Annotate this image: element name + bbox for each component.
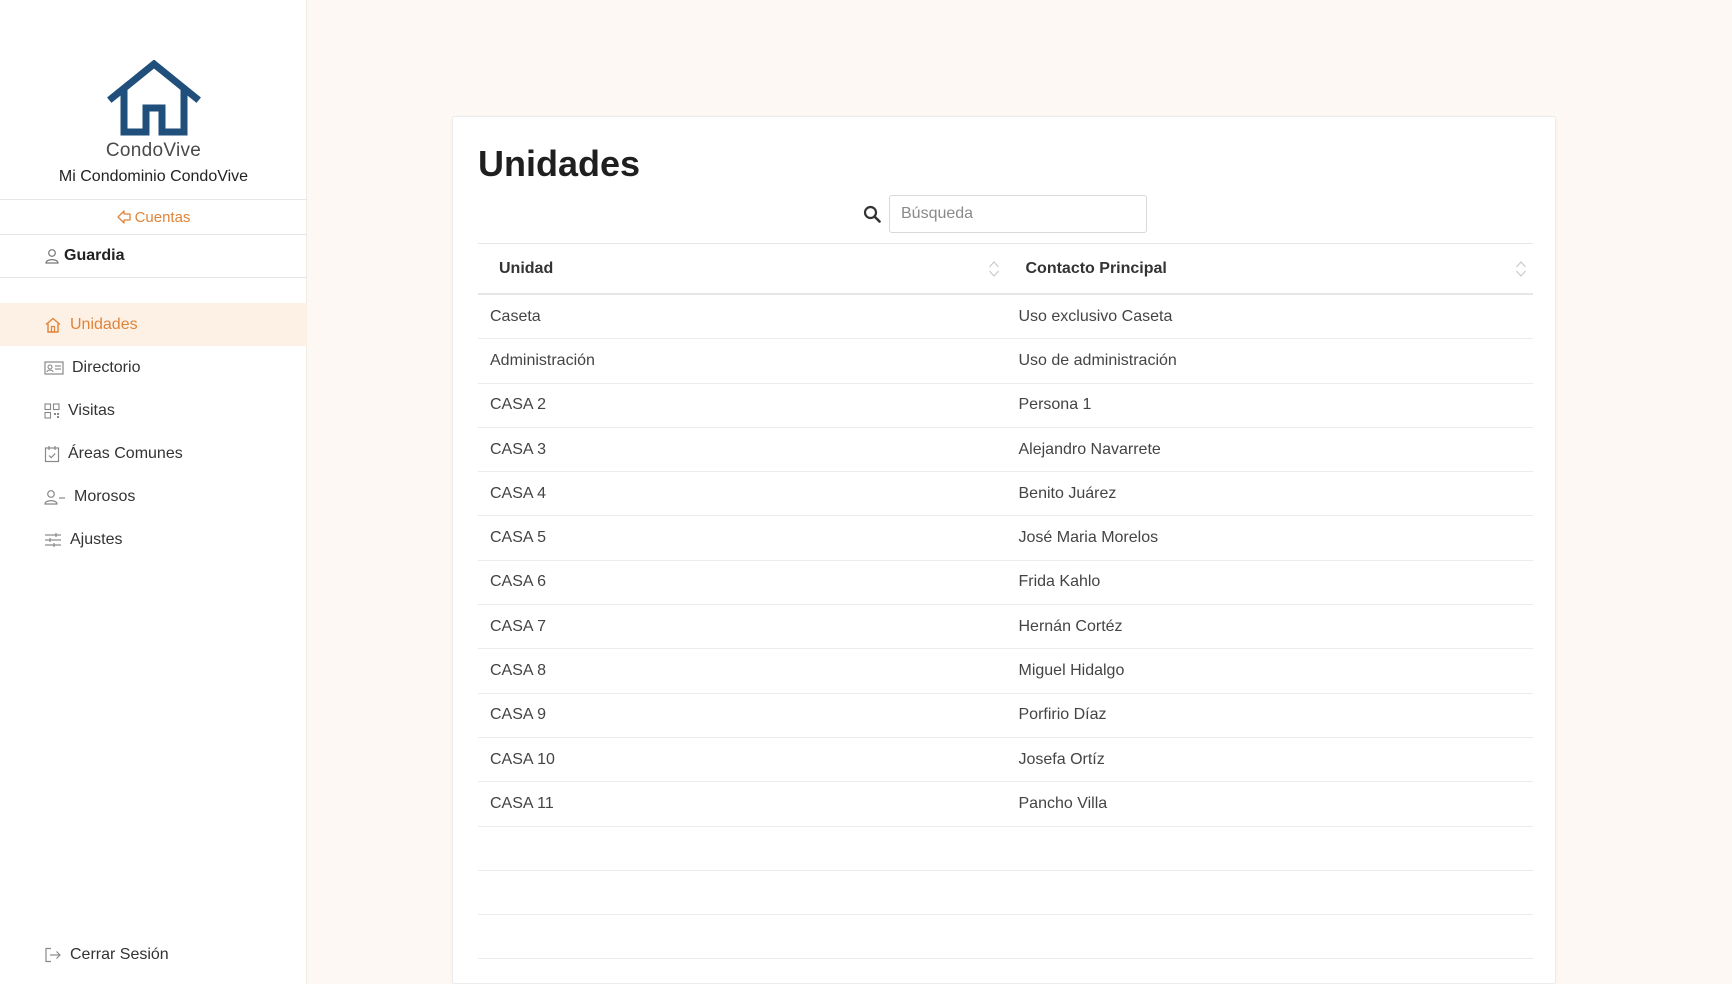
user-role: Guardia xyxy=(64,247,125,264)
home-icon xyxy=(45,317,61,333)
table-row[interactable]: CASA 2 Persona 1 xyxy=(478,384,1533,428)
condo-name: Mi Condominio CondoVive xyxy=(58,168,249,185)
column-header-label: Unidad xyxy=(499,259,554,277)
table-header: Unidad Contacto Principal xyxy=(478,243,1533,295)
cell-unidad: CASA 4 xyxy=(490,484,547,502)
sidebar-item-label: Morosos xyxy=(74,487,136,505)
search-icon xyxy=(863,205,881,223)
table-row[interactable]: CASA 11 Pancho Villa xyxy=(478,782,1533,827)
brand-name: CondoVive xyxy=(105,140,202,161)
cell-contacto: Alejandro Navarrete xyxy=(1018,440,1161,458)
cell-contacto: Uso exclusivo Caseta xyxy=(1018,307,1173,325)
table-row[interactable]: CASA 3 Alejandro Navarrete xyxy=(478,428,1533,473)
logout-label: Cerrar Sesión xyxy=(70,946,169,963)
empty-row xyxy=(478,871,1533,916)
table-row[interactable]: CASA 5 José Maria Morelos xyxy=(478,516,1533,561)
cell-unidad: CASA 2 xyxy=(490,396,547,414)
page-title: Unidades xyxy=(478,143,641,184)
id-card-icon xyxy=(44,360,64,375)
cell-contacto: José Maria Morelos xyxy=(1018,529,1159,547)
empty-row xyxy=(478,915,1533,960)
table-row[interactable]: CASA 10 Josefa Ortíz xyxy=(478,738,1533,783)
units-card: Unidades Unidad Contacto Principal xyxy=(452,116,1556,984)
sidebar-nav: Unidades Directorio Visitas Áreas Comune… xyxy=(0,303,307,561)
sidebar-item-visitas[interactable]: Visitas xyxy=(0,389,307,432)
cell-contacto: Pancho Villa xyxy=(1018,794,1108,812)
cell-contacto: Persona 1 xyxy=(1018,396,1092,414)
sliders-icon xyxy=(45,532,61,547)
cell-unidad: CASA 9 xyxy=(490,706,547,724)
sidebar-item-directorio[interactable]: Directorio xyxy=(0,346,307,389)
table-row[interactable]: Administración Uso de administración xyxy=(478,339,1533,384)
units-table: Unidad Contacto Principal Caseta Uso exc… xyxy=(478,243,1533,960)
sort-icon[interactable] xyxy=(988,260,1000,278)
sort-icon[interactable] xyxy=(1515,260,1527,278)
accounts-link[interactable]: Cuentas xyxy=(0,199,307,235)
qr-code-icon xyxy=(44,402,60,419)
cell-contacto: Porfirio Díaz xyxy=(1018,706,1107,724)
sidebar-item-unidades[interactable]: Unidades xyxy=(0,303,307,346)
table-row[interactable]: CASA 7 Hernán Cortéz xyxy=(478,605,1533,650)
cell-contacto: Benito Juárez xyxy=(1018,484,1117,502)
sidebar-item-label: Ajustes xyxy=(70,530,123,548)
column-header-label: Contacto Principal xyxy=(1025,259,1167,277)
cell-unidad: CASA 7 xyxy=(490,617,547,635)
logo: CondoVive Mi Condominio CondoVive xyxy=(0,60,307,186)
sidebar-item-label: Áreas Comunes xyxy=(68,444,183,462)
search-input[interactable] xyxy=(889,195,1147,233)
empty-row xyxy=(478,827,1533,871)
current-user: Guardia xyxy=(0,235,307,278)
house-logo-icon xyxy=(106,60,201,136)
cell-contacto: Frida Kahlo xyxy=(1018,573,1101,591)
user-minus-icon xyxy=(44,489,65,505)
sidebar-item-ajustes[interactable]: Ajustes xyxy=(0,518,307,561)
column-header-unidad[interactable]: Unidad xyxy=(478,260,1006,278)
cell-contacto: Josefa Ortíz xyxy=(1018,750,1105,768)
column-header-contacto[interactable]: Contacto Principal xyxy=(1006,260,1534,278)
sidebar-item-label: Unidades xyxy=(70,315,138,333)
calendar-check-icon xyxy=(44,445,60,462)
back-arrow-icon xyxy=(116,210,131,224)
cell-contacto: Miguel Hidalgo xyxy=(1018,662,1125,680)
cell-unidad: CASA 3 xyxy=(490,440,547,458)
cell-unidad: Administración xyxy=(490,351,595,369)
sidebar-item-areas-comunes[interactable]: Áreas Comunes xyxy=(0,432,307,475)
sidebar-item-label: Directorio xyxy=(72,358,141,376)
table-row[interactable]: CASA 8 Miguel Hidalgo xyxy=(478,649,1533,694)
cell-contacto: Hernán Cortéz xyxy=(1018,617,1123,635)
cell-unidad: CASA 10 xyxy=(490,750,555,768)
sidebar-item-morosos[interactable]: Morosos xyxy=(0,475,307,518)
table-row[interactable]: CASA 6 Frida Kahlo xyxy=(478,561,1533,606)
table-row[interactable]: CASA 9 Porfirio Díaz xyxy=(478,694,1533,738)
sidebar: CondoVive Mi Condominio CondoVive Cuenta… xyxy=(0,0,307,984)
cell-unidad: CASA 8 xyxy=(490,662,547,680)
sidebar-item-label: Visitas xyxy=(68,401,115,419)
cell-unidad: CASA 11 xyxy=(490,794,554,812)
cell-unidad: Caseta xyxy=(490,307,541,325)
table-row[interactable]: Caseta Uso exclusivo Caseta xyxy=(478,295,1533,340)
table-row[interactable]: CASA 4 Benito Juárez xyxy=(478,472,1533,517)
cell-unidad: CASA 5 xyxy=(490,529,547,547)
accounts-link-label: Cuentas xyxy=(134,208,191,226)
cell-unidad: CASA 6 xyxy=(490,573,547,591)
logout-icon xyxy=(45,947,61,963)
cell-contacto: Uso de administración xyxy=(1018,351,1177,369)
logout-button[interactable]: Cerrar Sesión xyxy=(44,946,169,964)
user-icon xyxy=(45,249,59,264)
